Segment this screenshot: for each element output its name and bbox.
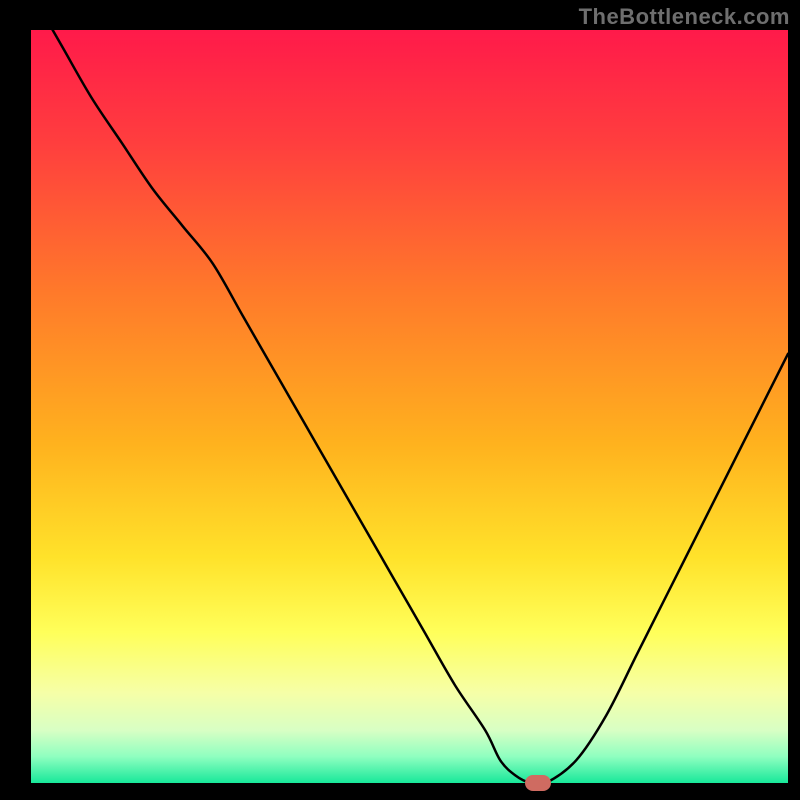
plot-background <box>31 30 788 783</box>
bottleneck-plot <box>0 0 800 800</box>
chart-stage: TheBottleneck.com <box>0 0 800 800</box>
